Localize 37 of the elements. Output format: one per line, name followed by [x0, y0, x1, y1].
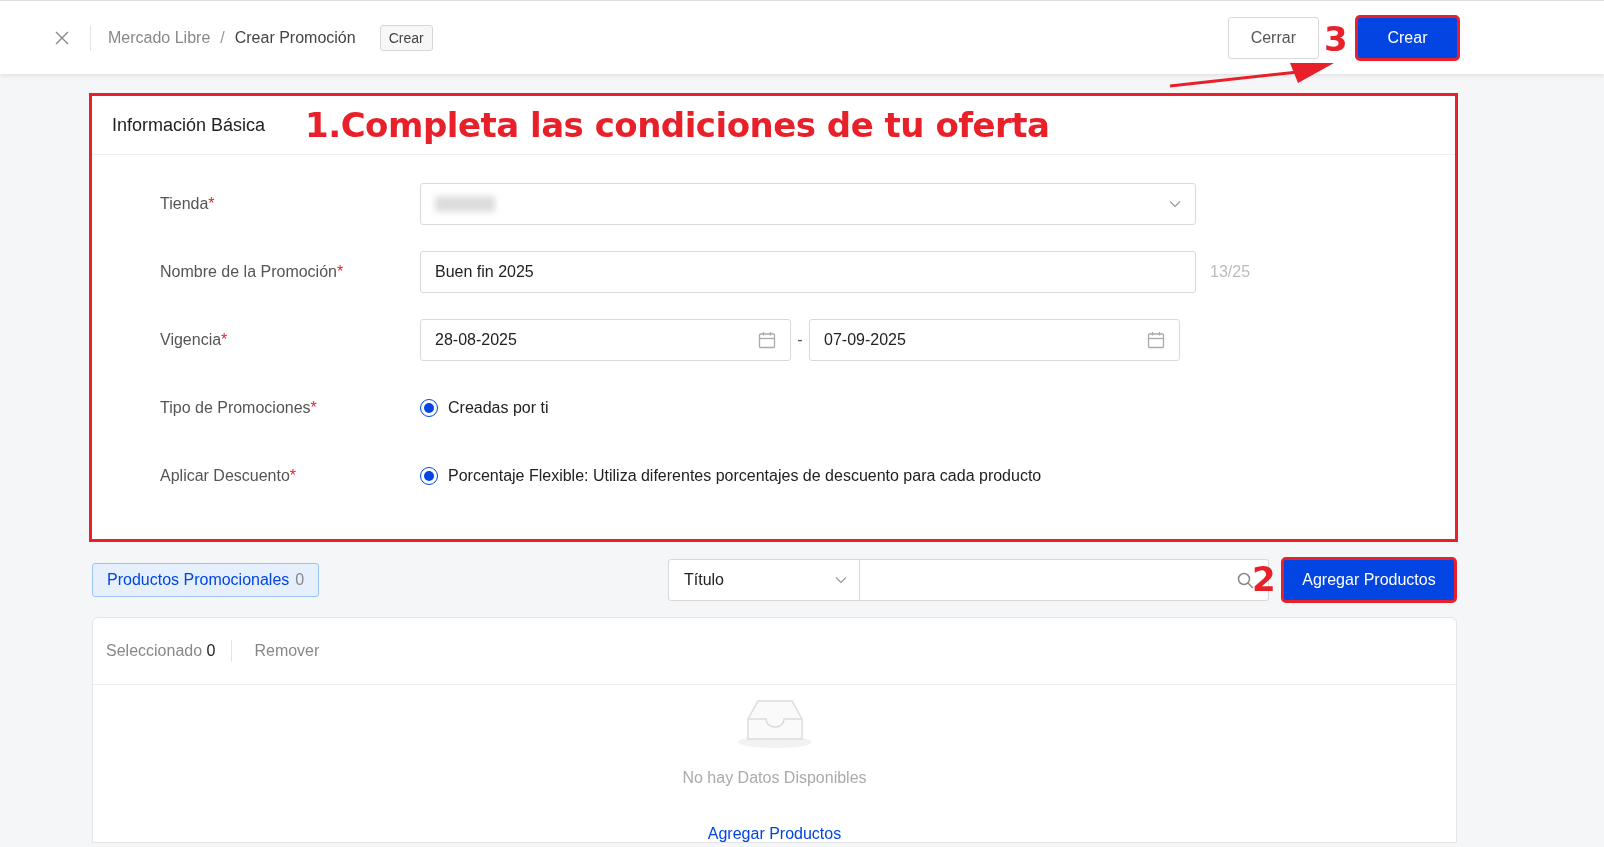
field-label: Tienda*	[160, 195, 216, 213]
create-button[interactable]: Crear	[1357, 16, 1458, 59]
close-icon[interactable]	[55, 30, 69, 45]
breadcrumb-current: Crear Promoción	[234, 28, 356, 47]
products-tab[interactable]: Productos Promocionales 0	[92, 563, 320, 597]
add-products-button[interactable]: Agregar Productos	[1283, 559, 1455, 601]
date-field[interactable]: 28-08-2025	[420, 319, 791, 361]
text-field[interactable]: Buen fin 2025	[420, 251, 1196, 293]
breadcrumb-separator: /	[220, 28, 225, 47]
status-tag: Crear	[379, 24, 433, 51]
chevron-down-icon	[835, 576, 847, 584]
calendar-icon	[1147, 331, 1165, 349]
range-separator: -	[796, 331, 804, 349]
field-label: Nombre de la Promoción*	[160, 263, 345, 281]
filter-select[interactable]: Título	[668, 559, 860, 601]
chevron-down-icon	[1169, 200, 1181, 208]
field-label: Vigencia*	[160, 331, 229, 349]
add-products-link[interactable]: Agregar Productos	[707, 825, 842, 842]
annotation-heading: 1.Completa las condiciones de tu oferta	[305, 105, 1050, 145]
character-counter: 13/25	[1210, 263, 1251, 281]
redacted-value	[435, 196, 495, 212]
search-icon[interactable]	[1237, 571, 1254, 589]
field-label: Tipo de Promociones*	[160, 399, 318, 417]
step-number: 3	[1324, 22, 1348, 56]
selected-count: Seleccionado 0	[106, 642, 216, 660]
empty-message: No hay Datos Disponibles	[682, 769, 867, 787]
empty-inbox-icon	[736, 697, 813, 749]
radio-option[interactable]: Creadas por ti	[420, 399, 549, 417]
breadcrumb-link[interactable]: Mercado Libre	[108, 28, 211, 47]
calendar-icon	[758, 331, 776, 349]
step-number: 2	[1252, 562, 1276, 596]
section-title: Información Básica	[112, 114, 266, 136]
field-label: Aplicar Descuento*	[160, 467, 298, 485]
remove-button[interactable]: Remover	[254, 642, 320, 660]
close-button[interactable]: Cerrar	[1227, 16, 1319, 59]
date-field[interactable]: 07-09-2025	[809, 319, 1180, 361]
radio-option[interactable]: Porcentaje Flexible: Utiliza diferentes porcentajes de descuento para cada producto	[420, 467, 1042, 485]
